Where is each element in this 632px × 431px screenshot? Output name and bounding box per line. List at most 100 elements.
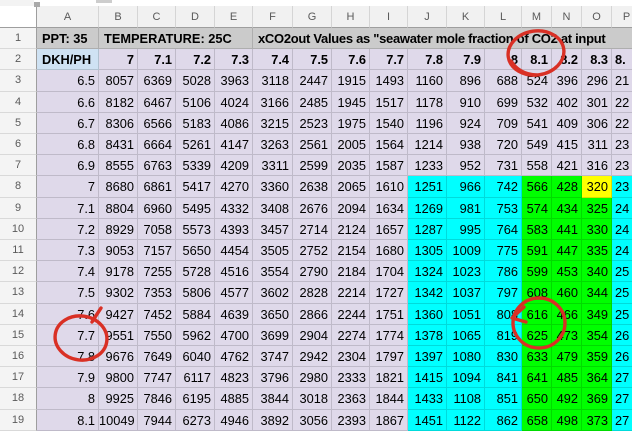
cell-B10[interactable]: 8929: [99, 219, 138, 240]
cell-L17[interactable]: 841: [485, 367, 522, 388]
cell-F16[interactable]: 3747: [253, 346, 293, 367]
cell-O4[interactable]: 301: [582, 92, 612, 113]
cell-M18[interactable]: 650: [522, 388, 552, 409]
cell-B15[interactable]: 9551: [99, 325, 138, 346]
cell-ph-header-8.3[interactable]: 8.3: [582, 49, 612, 70]
cell-M12[interactable]: 599: [522, 261, 552, 282]
cell-A19-dkh[interactable]: 8.1: [37, 410, 99, 431]
cell-B12[interactable]: 9178: [99, 261, 138, 282]
cell-P16[interactable]: 26: [612, 346, 632, 367]
cell-J12[interactable]: 1324: [408, 261, 447, 282]
row-header-16[interactable]: 16: [0, 346, 37, 367]
cell-H16[interactable]: 2304: [332, 346, 370, 367]
cell-E7[interactable]: 4209: [215, 155, 253, 176]
cell-K19[interactable]: 1122: [447, 410, 485, 431]
cell-O9[interactable]: 325: [582, 198, 612, 219]
cell-I17[interactable]: 1821: [370, 367, 408, 388]
cell-K5[interactable]: 924: [447, 113, 485, 134]
cell-I6[interactable]: 1564: [370, 134, 408, 155]
cell-B9[interactable]: 8804: [99, 198, 138, 219]
cell-F18[interactable]: 3844: [253, 388, 293, 409]
cell-B7[interactable]: 8555: [99, 155, 138, 176]
cell-N10[interactable]: 441: [552, 219, 582, 240]
column-header-M[interactable]: M: [522, 6, 552, 28]
cell-G10[interactable]: 2714: [293, 219, 332, 240]
cell-J3[interactable]: 1160: [408, 70, 447, 91]
cell-M8[interactable]: 566: [522, 176, 552, 197]
cell-N12[interactable]: 453: [552, 261, 582, 282]
cell-H9[interactable]: 2094: [332, 198, 370, 219]
cell-B19[interactable]: 10049: [99, 410, 138, 431]
cell-A4-dkh[interactable]: 6.6: [37, 92, 99, 113]
cell-H5[interactable]: 1975: [332, 113, 370, 134]
cell-J16[interactable]: 1397: [408, 346, 447, 367]
cell-L12[interactable]: 786: [485, 261, 522, 282]
column-header-H[interactable]: H: [332, 6, 370, 28]
cell-ph-header-7.6[interactable]: 7.6: [332, 49, 370, 70]
cell-B5[interactable]: 8306: [99, 113, 138, 134]
cell-C19[interactable]: 7944: [138, 410, 176, 431]
cell-K6[interactable]: 938: [447, 134, 485, 155]
cell-P13[interactable]: 25: [612, 282, 632, 303]
cell-G15[interactable]: 2904: [293, 325, 332, 346]
cell-I10[interactable]: 1657: [370, 219, 408, 240]
cell-N4[interactable]: 402: [552, 92, 582, 113]
cell-D15[interactable]: 5962: [176, 325, 215, 346]
cell-C9[interactable]: 6960: [138, 198, 176, 219]
cell-H13[interactable]: 2214: [332, 282, 370, 303]
cell-M3[interactable]: 524: [522, 70, 552, 91]
cell-B4[interactable]: 8182: [99, 92, 138, 113]
cell-D10[interactable]: 5573: [176, 219, 215, 240]
cell-N19[interactable]: 498: [552, 410, 582, 431]
cell-K3[interactable]: 896: [447, 70, 485, 91]
cell-G19[interactable]: 3056: [293, 410, 332, 431]
cell-L4[interactable]: 699: [485, 92, 522, 113]
cell-F1-title[interactable]: xCO2out Values as "seawater mole fractio…: [253, 28, 632, 49]
cell-F6[interactable]: 3263: [253, 134, 293, 155]
cell-P10[interactable]: 24: [612, 219, 632, 240]
cell-ph-header-7.8[interactable]: 7.8: [408, 49, 447, 70]
cell-F17[interactable]: 3796: [253, 367, 293, 388]
cell-O7[interactable]: 316: [582, 155, 612, 176]
cell-A16-dkh[interactable]: 7.8: [37, 346, 99, 367]
cell-O19[interactable]: 373: [582, 410, 612, 431]
cell-N3[interactable]: 396: [552, 70, 582, 91]
cell-G6[interactable]: 2561: [293, 134, 332, 155]
cell-D5[interactable]: 5183: [176, 113, 215, 134]
cell-H19[interactable]: 2393: [332, 410, 370, 431]
cell-A6-dkh[interactable]: 6.8: [37, 134, 99, 155]
cell-N9[interactable]: 434: [552, 198, 582, 219]
cell-A3-dkh[interactable]: 6.5: [37, 70, 99, 91]
row-header-8[interactable]: 8: [0, 176, 37, 197]
column-header-B[interactable]: B: [99, 6, 138, 28]
cell-G5[interactable]: 2523: [293, 113, 332, 134]
cell-H15[interactable]: 2274: [332, 325, 370, 346]
cell-H6[interactable]: 2005: [332, 134, 370, 155]
cell-C3[interactable]: 6369: [138, 70, 176, 91]
cell-J8[interactable]: 1251: [408, 176, 447, 197]
cell-C6[interactable]: 6664: [138, 134, 176, 155]
cell-A2-dkh-ph-label[interactable]: DKH/PH: [37, 49, 99, 70]
cell-E19[interactable]: 4946: [215, 410, 253, 431]
cell-C12[interactable]: 7255: [138, 261, 176, 282]
cell-O13[interactable]: 344: [582, 282, 612, 303]
cell-J19[interactable]: 1451: [408, 410, 447, 431]
cell-A11-dkh[interactable]: 7.3: [37, 240, 99, 261]
cell-A12-dkh[interactable]: 7.4: [37, 261, 99, 282]
column-header-I[interactable]: I: [370, 6, 408, 28]
cell-C4[interactable]: 6467: [138, 92, 176, 113]
cell-J18[interactable]: 1433: [408, 388, 447, 409]
cell-E13[interactable]: 4577: [215, 282, 253, 303]
cell-C15[interactable]: 7550: [138, 325, 176, 346]
cell-O17[interactable]: 364: [582, 367, 612, 388]
cell-E18[interactable]: 4885: [215, 388, 253, 409]
cell-K11[interactable]: 1009: [447, 240, 485, 261]
cell-K18[interactable]: 1108: [447, 388, 485, 409]
cell-J14[interactable]: 1360: [408, 304, 447, 325]
cell-N17[interactable]: 485: [552, 367, 582, 388]
cell-E8[interactable]: 4270: [215, 176, 253, 197]
cell-A18-dkh[interactable]: 8: [37, 388, 99, 409]
cell-P8[interactable]: 23: [612, 176, 632, 197]
cell-L13[interactable]: 797: [485, 282, 522, 303]
cell-L3[interactable]: 688: [485, 70, 522, 91]
